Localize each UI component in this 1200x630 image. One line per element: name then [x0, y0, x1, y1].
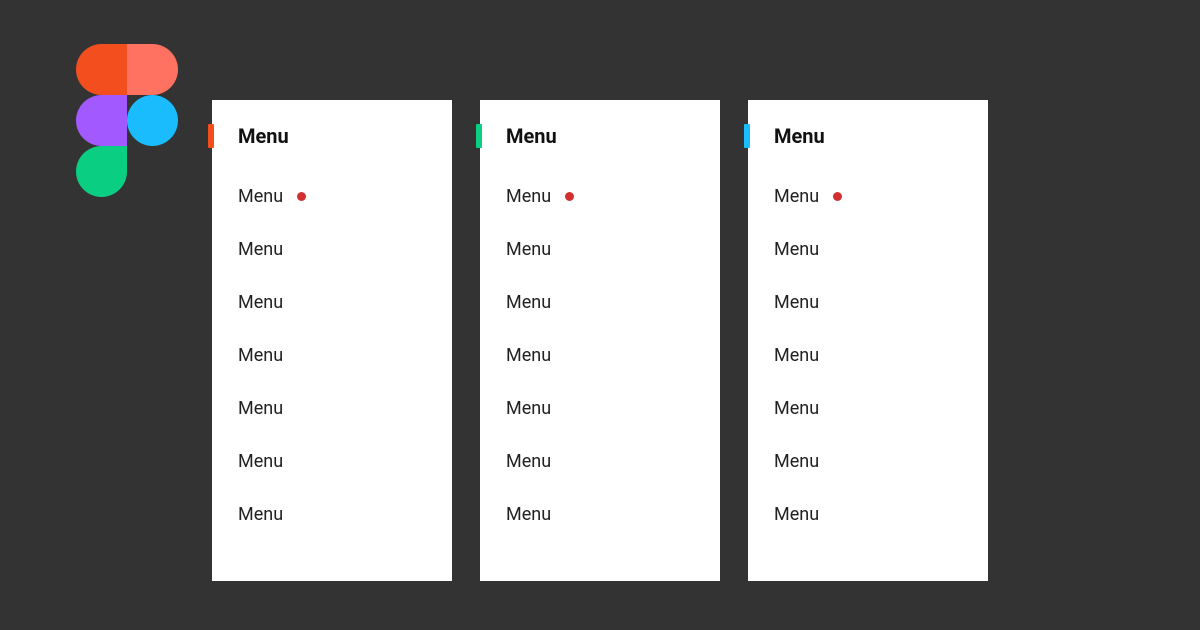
menu-item-label: Menu: [238, 398, 283, 419]
menu-item-label: Menu: [774, 186, 819, 207]
menu-item[interactable]: Menu: [212, 435, 452, 488]
menu-item[interactable]: Menu: [748, 435, 988, 488]
menu-item[interactable]: Menu: [480, 223, 720, 276]
notification-dot-icon: [297, 192, 306, 201]
menu-item[interactable]: Menu: [480, 488, 720, 541]
panel-header: Menu: [748, 100, 988, 166]
menu-item[interactable]: Menu: [748, 329, 988, 382]
menu-list: Menu Menu Menu Menu Menu Menu Menu: [212, 166, 452, 541]
menu-panel-2: Menu Menu Menu Menu Menu Menu Menu Menu: [480, 100, 720, 581]
menu-item-label: Menu: [238, 186, 283, 207]
menu-item[interactable]: Menu: [480, 382, 720, 435]
menu-item-label: Menu: [238, 345, 283, 366]
panels-row: Menu Menu Menu Menu Menu Menu Menu Menu Menu M…: [212, 100, 988, 581]
figma-logo-segment: [127, 95, 178, 146]
menu-item[interactable]: Menu: [480, 276, 720, 329]
menu-item-label: Menu: [506, 398, 551, 419]
menu-item[interactable]: Menu: [748, 170, 988, 223]
menu-item[interactable]: Menu: [748, 276, 988, 329]
menu-item-label: Menu: [506, 186, 551, 207]
menu-item-label: Menu: [238, 239, 283, 260]
menu-item[interactable]: Menu: [748, 382, 988, 435]
menu-panel-3: Menu Menu Menu Menu Menu Menu Menu Menu: [748, 100, 988, 581]
panel-header: Menu: [212, 100, 452, 166]
menu-list: Menu Menu Menu Menu Menu Menu Menu: [480, 166, 720, 541]
menu-item[interactable]: Menu: [212, 223, 452, 276]
notification-dot-icon: [565, 192, 574, 201]
figma-logo-segment: [76, 95, 127, 146]
menu-item-label: Menu: [774, 398, 819, 419]
menu-item[interactable]: Menu: [480, 170, 720, 223]
menu-item-label: Menu: [506, 292, 551, 313]
menu-item[interactable]: Menu: [480, 329, 720, 382]
menu-item[interactable]: Menu: [748, 223, 988, 276]
accent-bar: [744, 124, 750, 148]
panel-header: Menu: [480, 100, 720, 166]
menu-item[interactable]: Menu: [212, 488, 452, 541]
menu-item-label: Menu: [238, 504, 283, 525]
accent-bar: [208, 124, 214, 148]
menu-panel-1: Menu Menu Menu Menu Menu Menu Menu Menu: [212, 100, 452, 581]
menu-item-label: Menu: [238, 292, 283, 313]
notification-dot-icon: [833, 192, 842, 201]
menu-item-label: Menu: [506, 345, 551, 366]
menu-item-label: Menu: [774, 239, 819, 260]
figma-logo-segment: [76, 44, 127, 95]
figma-logo-icon: [76, 44, 178, 197]
menu-item-label: Menu: [774, 451, 819, 472]
menu-item-label: Menu: [774, 345, 819, 366]
menu-item[interactable]: Menu: [748, 488, 988, 541]
menu-item-label: Menu: [774, 292, 819, 313]
menu-item[interactable]: Menu: [480, 435, 720, 488]
figma-logo-segment: [127, 44, 178, 95]
menu-item[interactable]: Menu: [212, 382, 452, 435]
panel-title: Menu: [774, 124, 825, 148]
menu-item[interactable]: Menu: [212, 329, 452, 382]
panel-title: Menu: [238, 124, 289, 148]
menu-item[interactable]: Menu: [212, 170, 452, 223]
menu-list: Menu Menu Menu Menu Menu Menu Menu: [748, 166, 988, 541]
menu-item-label: Menu: [506, 504, 551, 525]
menu-item-label: Menu: [774, 504, 819, 525]
menu-item-label: Menu: [506, 451, 551, 472]
menu-item-label: Menu: [506, 239, 551, 260]
figma-logo-segment: [76, 146, 127, 197]
panel-title: Menu: [506, 124, 557, 148]
menu-item[interactable]: Menu: [212, 276, 452, 329]
menu-item-label: Menu: [238, 451, 283, 472]
accent-bar: [476, 124, 482, 148]
